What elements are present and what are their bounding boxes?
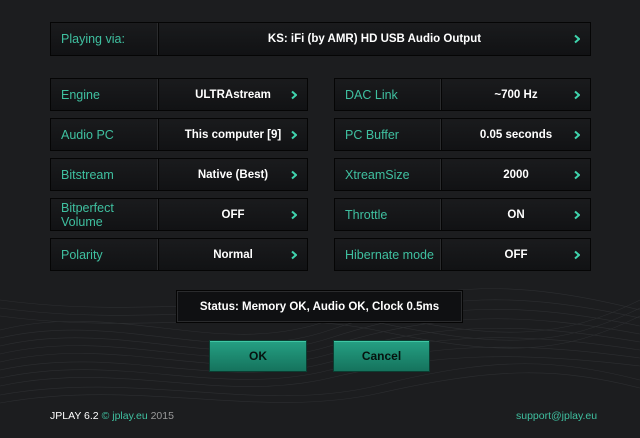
chevron-right-icon bbox=[574, 250, 580, 259]
xtreamsize-label: XtreamSize bbox=[335, 159, 442, 190]
bitperfect-volume-label: Bitperfect Volume bbox=[51, 199, 159, 230]
engine-label: Engine bbox=[51, 79, 159, 110]
xtreamsize-value: 2000 bbox=[503, 168, 529, 181]
audio-pc-selector[interactable]: This computer [9] bbox=[159, 119, 307, 150]
hibernate-mode-row: Hibernate mode OFF bbox=[334, 238, 591, 271]
playing-via-selector[interactable]: KS: iFi (by AMR) HD USB Audio Output bbox=[159, 23, 590, 55]
chevron-right-icon bbox=[574, 90, 580, 99]
chevron-right-icon bbox=[291, 90, 297, 99]
hibernate-mode-label: Hibernate mode bbox=[335, 239, 442, 270]
chevron-right-icon bbox=[291, 250, 297, 259]
chevron-right-icon bbox=[291, 130, 297, 139]
dac-link-value: ~700 Hz bbox=[494, 88, 538, 101]
bitstream-selector[interactable]: Native (Best) bbox=[159, 159, 307, 190]
pc-buffer-label: PC Buffer bbox=[335, 119, 442, 150]
ok-button[interactable]: OK bbox=[209, 340, 307, 372]
audio-pc-row: Audio PC This computer [9] bbox=[50, 118, 308, 151]
bitperfect-volume-row: Bitperfect Volume OFF bbox=[50, 198, 308, 231]
polarity-row: Polarity Normal bbox=[50, 238, 308, 271]
hibernate-mode-value: OFF bbox=[504, 248, 528, 261]
bitperfect-volume-selector[interactable]: OFF bbox=[159, 199, 307, 230]
engine-value: ULTRAstream bbox=[195, 88, 271, 101]
xtreamsize-selector[interactable]: 2000 bbox=[442, 159, 590, 190]
chevron-right-icon bbox=[574, 210, 580, 219]
playing-via-row: Playing via: KS: iFi (by AMR) HD USB Aud… bbox=[50, 22, 591, 56]
throttle-value: ON bbox=[507, 208, 525, 221]
polarity-label: Polarity bbox=[51, 239, 159, 270]
dac-link-selector[interactable]: ~700 Hz bbox=[442, 79, 590, 110]
chevron-right-icon bbox=[574, 34, 580, 44]
status-text: Status: Memory OK, Audio OK, Clock 0.5ms bbox=[199, 300, 440, 313]
chevron-right-icon bbox=[574, 170, 580, 179]
dac-link-label: DAC Link bbox=[335, 79, 442, 110]
audio-pc-label: Audio PC bbox=[51, 119, 159, 150]
chevron-right-icon bbox=[291, 210, 297, 219]
bitstream-row: Bitstream Native (Best) bbox=[50, 158, 308, 191]
hibernate-mode-selector[interactable]: OFF bbox=[442, 239, 590, 270]
footer-credits: JPLAY 6.2 © jplay.eu 2015 bbox=[50, 410, 174, 422]
cancel-button[interactable]: Cancel bbox=[333, 340, 430, 372]
polarity-selector[interactable]: Normal bbox=[159, 239, 307, 270]
bitstream-value: Native (Best) bbox=[197, 168, 269, 181]
copyright-symbol: © bbox=[101, 410, 110, 422]
pc-buffer-selector[interactable]: 0.05 seconds bbox=[442, 119, 590, 150]
copyright-year: 2015 bbox=[150, 410, 174, 422]
xtreamsize-row: XtreamSize 2000 bbox=[334, 158, 591, 191]
playing-via-value: KS: iFi (by AMR) HD USB Audio Output bbox=[267, 33, 482, 45]
chevron-right-icon bbox=[291, 170, 297, 179]
polarity-value: Normal bbox=[213, 248, 253, 261]
pc-buffer-value: 0.05 seconds bbox=[479, 128, 553, 141]
chevron-right-icon bbox=[574, 130, 580, 139]
product-version: JPLAY 6.2 bbox=[50, 410, 99, 422]
audio-pc-value: This computer [9] bbox=[184, 128, 282, 141]
dac-link-row: DAC Link ~700 Hz bbox=[334, 78, 591, 111]
website-link[interactable]: jplay.eu bbox=[112, 410, 147, 422]
playing-via-label: Playing via: bbox=[51, 23, 159, 55]
throttle-row: Throttle ON bbox=[334, 198, 591, 231]
bitperfect-volume-value: OFF bbox=[221, 208, 245, 221]
throttle-label: Throttle bbox=[335, 199, 442, 230]
status-panel: Status: Memory OK, Audio OK, Clock 0.5ms bbox=[176, 290, 463, 323]
bitstream-label: Bitstream bbox=[51, 159, 159, 190]
engine-selector[interactable]: ULTRAstream bbox=[159, 79, 307, 110]
throttle-selector[interactable]: ON bbox=[442, 199, 590, 230]
pc-buffer-row: PC Buffer 0.05 seconds bbox=[334, 118, 591, 151]
engine-row: Engine ULTRAstream bbox=[50, 78, 308, 111]
support-email-link[interactable]: support@jplay.eu bbox=[516, 410, 597, 422]
